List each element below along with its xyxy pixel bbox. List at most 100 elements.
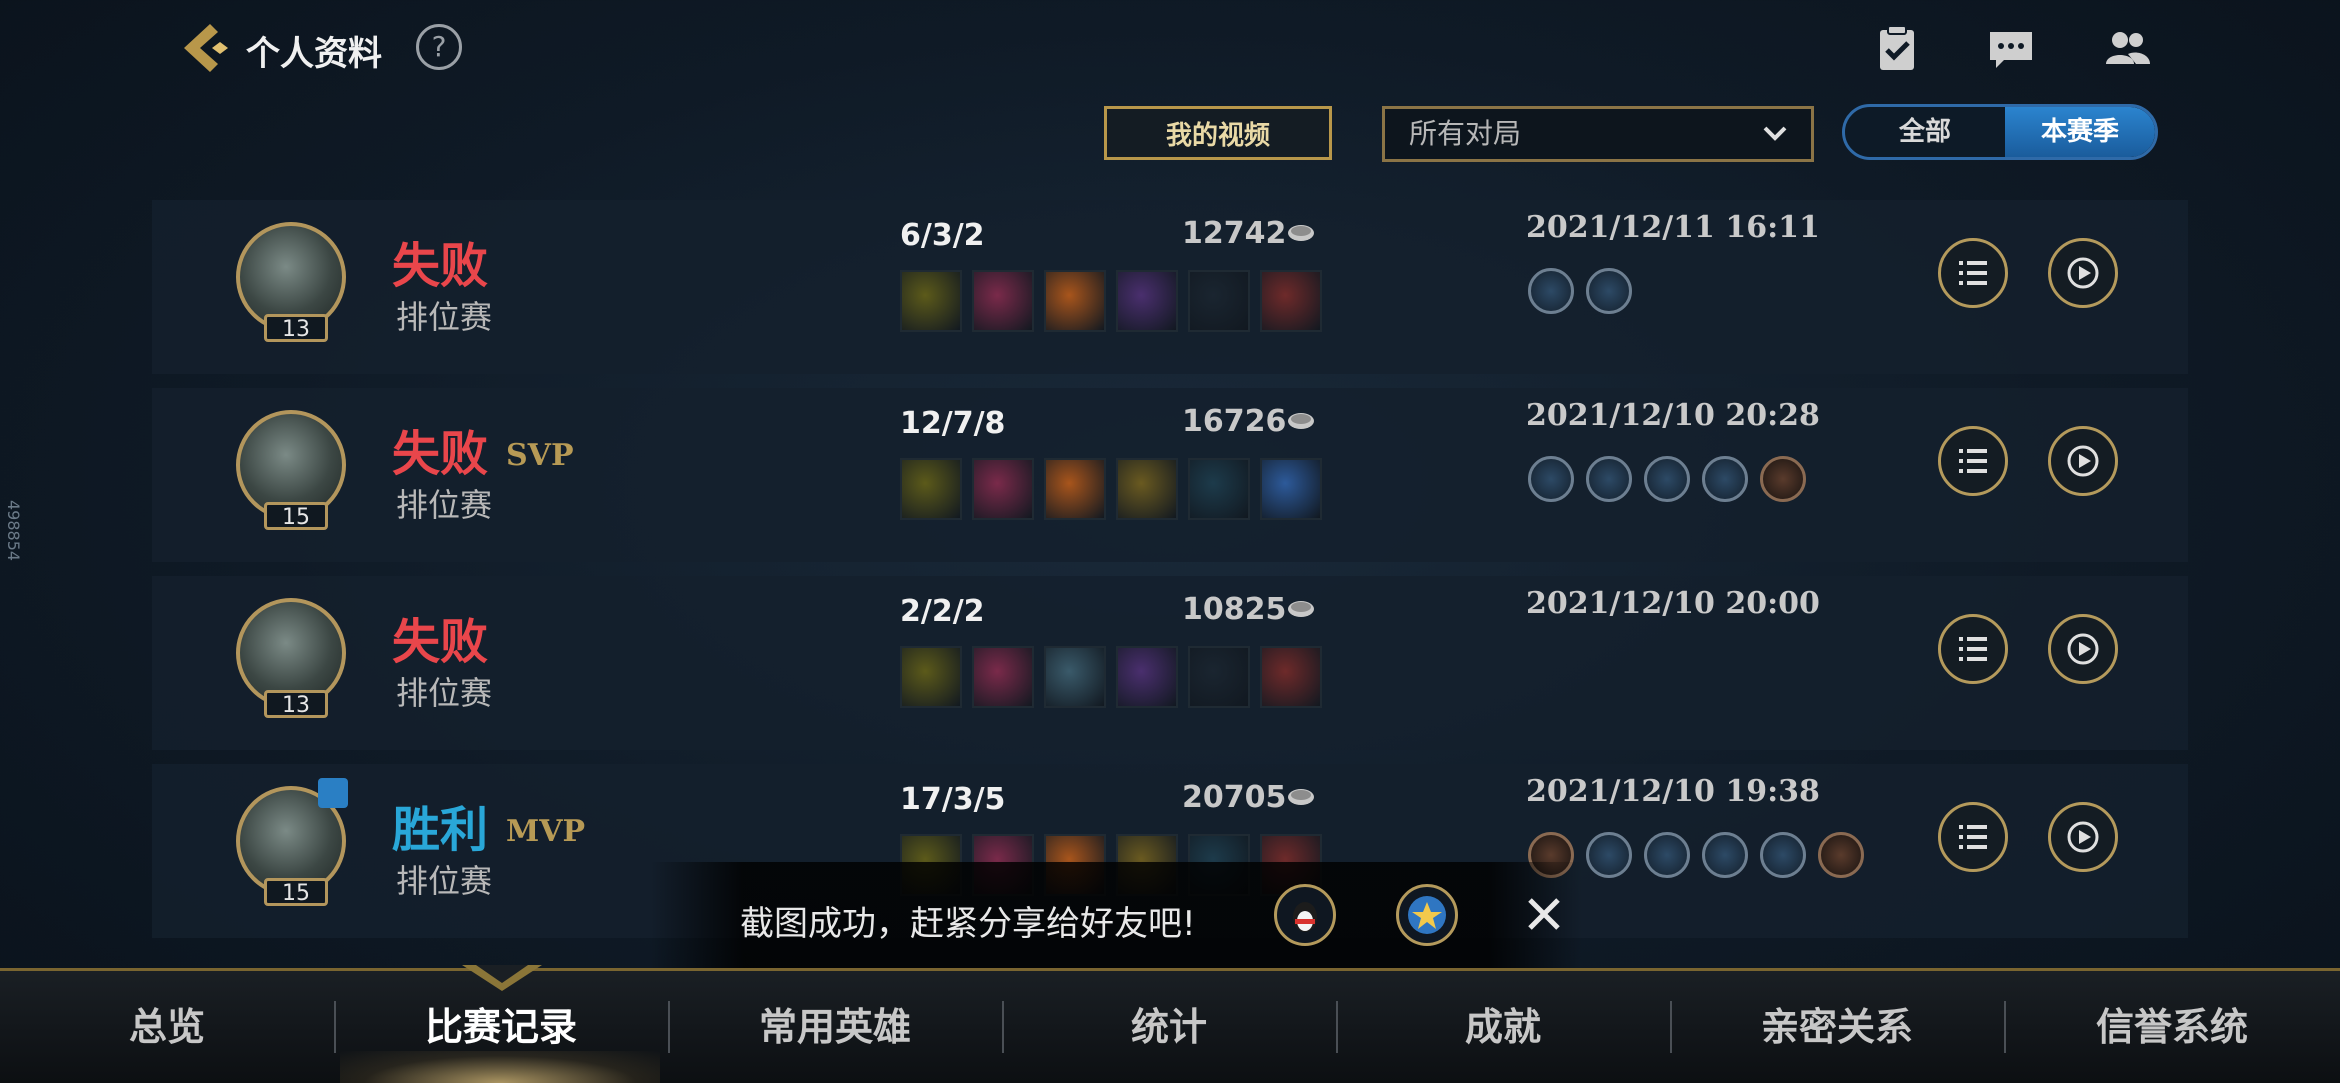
help-icon[interactable]: ? [416,24,462,70]
gold-value: 20705 [1182,780,1287,815]
item-slot [900,458,962,520]
match-datetime: 2021/12/10 19:38 [1526,774,1820,809]
hero-level: 15 [264,878,328,906]
page-title: 个人资料 [246,34,382,74]
star-icon [1408,896,1446,934]
honor-badge-icon [1528,456,1574,502]
honor-badge-icon [1702,456,1748,502]
match-details-button[interactable] [1938,802,2008,872]
tab-match-history[interactable]: 比赛记录 [334,971,668,1083]
close-icon[interactable] [1522,892,1566,936]
match-filter-select[interactable]: 所有对局 [1382,106,1814,162]
gold-value: 16726 [1182,404,1287,439]
list-icon [1959,449,1987,473]
item-slot [1188,458,1250,520]
team-icon [318,778,348,808]
match-result: 胜利 [392,802,489,858]
item-slot [900,270,962,332]
item-slot [1260,270,1322,332]
match-result: 失败 [392,614,489,670]
item-slot [1188,270,1250,332]
item-slot [1116,458,1178,520]
performance-tag: MVP [506,814,586,849]
item-slot [1260,646,1322,708]
match-details-button[interactable] [1938,614,2008,684]
replay-icon [2067,445,2099,477]
bottom-nav: 总览 比赛记录 常用英雄 统计 成就 亲密关系 信誉系统 [0,965,2340,1083]
replay-button[interactable] [2048,802,2118,872]
replay-icon [2067,821,2099,853]
gold-coin-icon [1288,225,1314,241]
tab-intimacy[interactable]: 亲密关系 [1670,971,2004,1083]
honor-badge-icon [1818,832,1864,878]
side-watermark-id: 498854 [4,500,23,562]
replay-button[interactable] [2048,426,2118,496]
season-toggle[interactable]: 全部 本赛季 [1842,104,2158,160]
gold-coin-icon [1288,601,1314,617]
kda-text: 2/2/2 [900,594,985,629]
tab-statistics[interactable]: 统计 [1002,971,1336,1083]
chat-icon[interactable] [1986,24,2036,74]
performance-tag: SVP [506,438,574,473]
item-slot [972,458,1034,520]
honor-badge-icon [1760,456,1806,502]
toast-message: 截图成功，赶紧分享给好友吧! [740,904,1196,944]
item-slot [1188,646,1250,708]
item-slot [972,646,1034,708]
screenshot-toast: 截图成功，赶紧分享给好友吧! [650,862,1582,970]
kda-text: 6/3/2 [900,218,985,253]
game-mode: 排位赛 [396,298,493,336]
match-row[interactable]: 13 失败 排位赛 2/2/2 10825 2021/12/10 20:00 [152,576,2188,750]
friends-icon[interactable] [2102,24,2152,74]
tab-overview[interactable]: 总览 [0,971,334,1083]
match-details-button[interactable] [1938,426,2008,496]
replay-button[interactable] [2048,238,2118,308]
toggle-all[interactable]: 全部 [1845,107,2005,157]
item-slot [1044,458,1106,520]
game-mode: 排位赛 [396,862,493,900]
honor-badge-icon [1702,832,1748,878]
qq-penguin-icon [1293,902,1317,932]
match-result: 失败 [392,426,489,482]
kda-text: 17/3/5 [900,782,1006,817]
back-button[interactable] [176,20,228,76]
back-arrow-icon [184,24,228,72]
gold-value: 12742 [1182,216,1287,251]
honor-badge-icon [1586,268,1632,314]
chevron-down-icon [1763,126,1787,141]
tab-credit-system[interactable]: 信誉系统 [2004,971,2340,1083]
gold-value: 10825 [1182,592,1287,627]
match-row[interactable]: 15 失败 SVP 排位赛 12/7/8 16726 2021/12/10 20:28 [152,388,2188,562]
hero-level: 15 [264,502,328,530]
match-filter-value: 所有对局 [1409,117,1522,150]
kda-text: 12/7/8 [900,406,1006,441]
favorite-share-button[interactable] [1396,884,1458,946]
item-slot [1116,270,1178,332]
replay-icon [2067,257,2099,289]
item-slot [900,646,962,708]
match-row[interactable]: 13 失败 排位赛 6/3/2 12742 2021/12/11 16:11 [152,200,2188,374]
game-mode: 排位赛 [396,486,493,524]
honor-badge-icon [1586,456,1632,502]
toggle-this-season[interactable]: 本赛季 [2005,107,2155,157]
honor-badge-icon [1644,832,1690,878]
list-icon [1959,261,1987,285]
match-datetime: 2021/12/10 20:00 [1526,586,1820,621]
my-videos-button[interactable]: 我的视频 [1104,106,1332,160]
gold-coin-icon [1288,413,1314,429]
tab-common-heroes[interactable]: 常用英雄 [668,971,1002,1083]
replay-icon [2067,633,2099,665]
task-clipboard-icon[interactable] [1872,24,1922,74]
replay-button[interactable] [2048,614,2118,684]
honor-badge-icon [1586,832,1632,878]
list-icon [1959,637,1987,661]
item-slot [1044,646,1106,708]
match-details-button[interactable] [1938,238,2008,308]
item-slot [1116,646,1178,708]
hero-level: 13 [264,314,328,342]
gold-coin-icon [1288,789,1314,805]
honor-badge-icon [1644,456,1690,502]
tab-achievements[interactable]: 成就 [1336,971,1670,1083]
qq-share-button[interactable] [1274,884,1336,946]
match-datetime: 2021/12/10 20:28 [1526,398,1820,433]
